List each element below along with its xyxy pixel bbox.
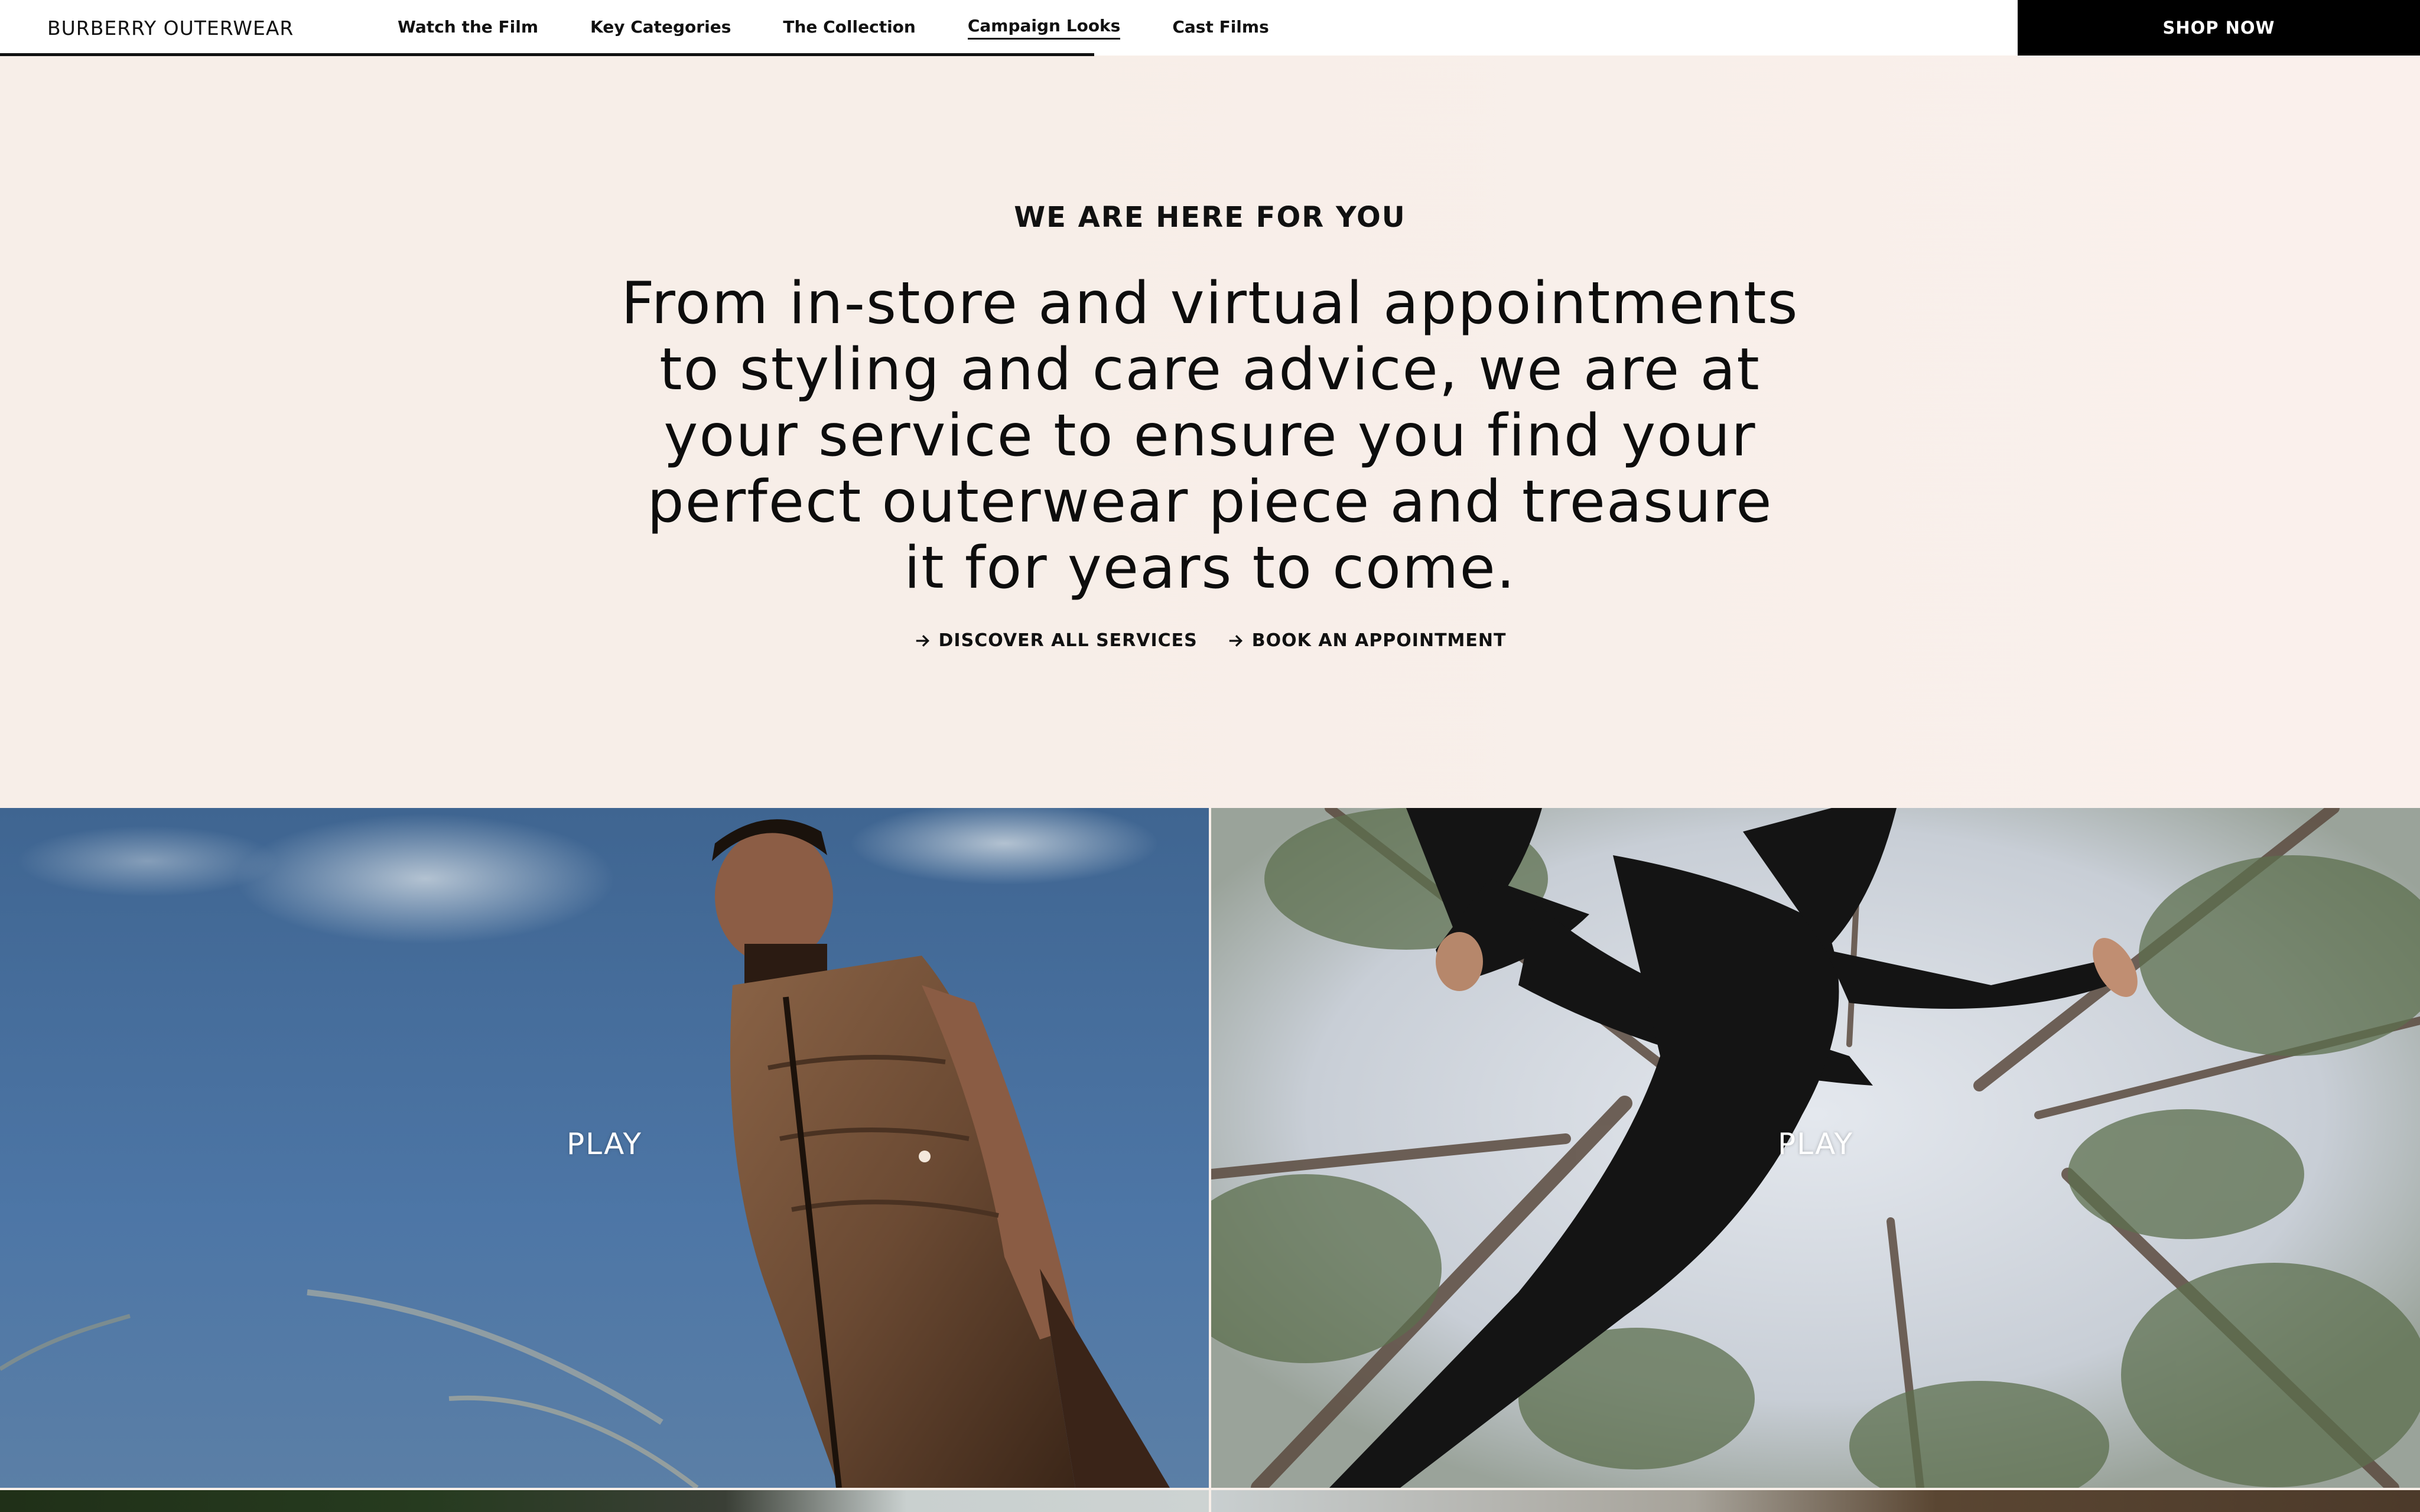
nav-link-watch-the-film[interactable]: Watch the Film: [398, 17, 538, 39]
nav-link-campaign-looks[interactable]: Campaign Looks: [967, 16, 1121, 40]
nav-link-cast-films[interactable]: Cast Films: [1172, 17, 1268, 39]
video-tile-puffer-vest[interactable]: PLAY: [0, 808, 1209, 1488]
book-an-appointment-label: BOOK AN APPOINTMENT: [1251, 630, 1507, 651]
video-tile-next-left[interactable]: [0, 1490, 1209, 1512]
book-an-appointment-link[interactable]: BOOK AN APPOINTMENT: [1227, 630, 1507, 651]
video-tile-forest-leap[interactable]: PLAY: [1211, 808, 2420, 1488]
discover-all-services-link[interactable]: DISCOVER ALL SERVICES: [914, 630, 1198, 651]
brand-logo[interactable]: BURBERRY OUTERWEAR: [47, 0, 294, 56]
section-eyebrow: WE ARE HERE FOR YOU: [1014, 201, 1406, 234]
services-section: WE ARE HERE FOR YOU From in-store and vi…: [0, 56, 2420, 808]
video-tile-next-right[interactable]: [1211, 1490, 2420, 1512]
services-statement: From in-store and virtual appointments t…: [621, 270, 1799, 602]
shop-now-button[interactable]: SHOP NOW: [2018, 0, 2420, 56]
play-button[interactable]: PLAY: [0, 1127, 1209, 1161]
section-nav: Watch the Film Key Categories The Collec…: [398, 0, 1321, 56]
nav-link-key-categories[interactable]: Key Categories: [590, 17, 731, 39]
top-navigation-bar: BURBERRY OUTERWEAR Watch the Film Key Ca…: [0, 0, 2420, 56]
arrow-right-icon: [1229, 634, 1242, 647]
arrow-right-icon: [916, 634, 929, 647]
play-button[interactable]: PLAY: [1211, 1127, 2420, 1161]
discover-all-services-label: DISCOVER ALL SERVICES: [938, 630, 1198, 651]
services-links: DISCOVER ALL SERVICES BOOK AN APPOINTMEN…: [0, 630, 2420, 651]
nav-link-the-collection[interactable]: The Collection: [783, 17, 916, 39]
